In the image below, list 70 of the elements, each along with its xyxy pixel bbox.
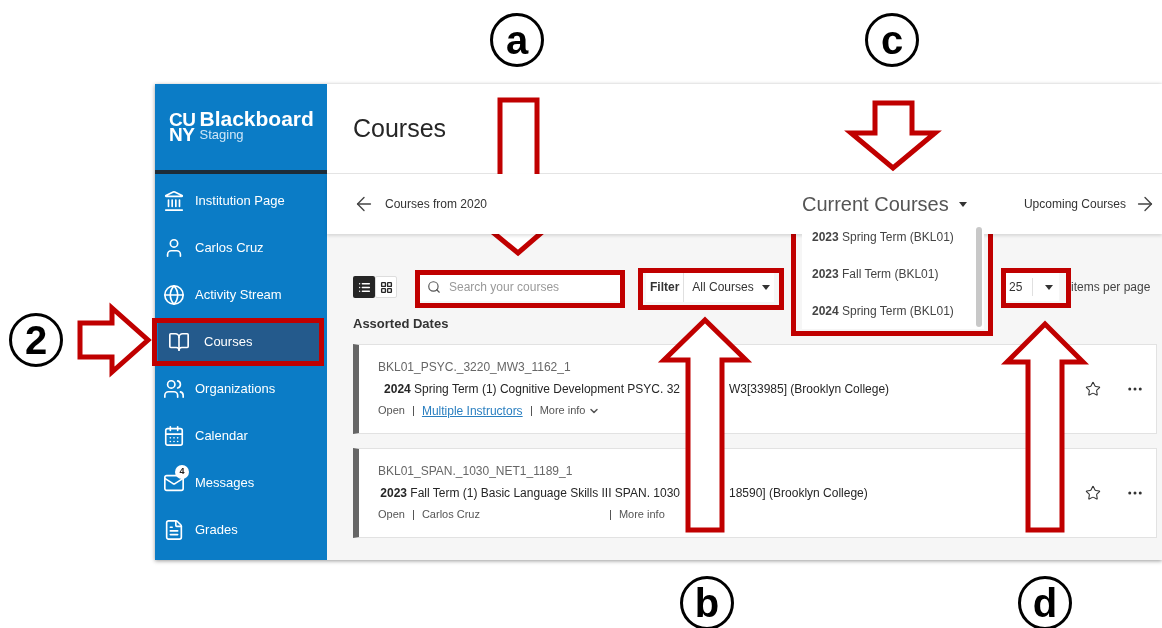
filter-dropdown[interactable]: Filter All Courses [646, 272, 774, 302]
sidebar-item[interactable]: Grades [155, 506, 327, 553]
building-icon [163, 189, 185, 212]
course-title[interactable]: 2024 Spring Term (1) Cognitive Development PSYC. 32 [384, 379, 680, 398]
sidebar-label: Courses [204, 332, 253, 351]
list-view-button[interactable] [353, 276, 375, 298]
course-card[interactable]: BKL01_SPAN._1030_NET1_1189_1 2023 Fall Term (1) Basic Language Skills III SPAN. 1030 18590] (Brooklyn College) Open Carlos Cruz More info [353, 447, 1157, 538]
course-title[interactable]: W3[33985] (Brooklyn College) [729, 379, 890, 398]
sidebar-item[interactable]: Calendar [155, 412, 327, 459]
sidebar-label: Messages [195, 473, 255, 492]
sidebar-label: Activity Stream [195, 285, 282, 304]
page-size-dropdown[interactable]: 25 [1003, 273, 1059, 301]
logo-mark: NY [169, 127, 196, 142]
course-code: BKL01_PSYC._3220_MW3_1162_1 [378, 358, 572, 376]
caret-icon [761, 284, 770, 290]
callout-label: b [680, 576, 734, 628]
sidebar-label: Carlos Cruz [195, 238, 264, 257]
count-badge: 4 [175, 464, 189, 479]
course-code: BKL01_SPAN._1030_NET1_1189_1 [378, 463, 574, 481]
grid-icon [379, 280, 393, 294]
document-icon [163, 518, 185, 541]
page-title: Courses [353, 112, 447, 144]
search-icon [427, 280, 441, 294]
logo-name: Blackboard [199, 111, 314, 127]
term-option[interactable]: 2023 Spring Term (BKL01) [811, 228, 972, 247]
star-icon[interactable] [1085, 484, 1101, 501]
more-info-link[interactable]: More info [618, 506, 665, 523]
filter-label: Filter [646, 272, 685, 302]
sidebar-label: Organizations [195, 379, 276, 398]
course-title[interactable]: 2023 Fall Term (1) Basic Language Skills III SPAN. 1030 [380, 484, 680, 503]
callout-label: 2 [9, 313, 63, 367]
course-title[interactable]: 18590] (Brooklyn College) [729, 484, 868, 503]
callout-label: c [865, 13, 919, 67]
list-icon [357, 280, 371, 294]
section-heading: Assorted Dates [353, 315, 450, 333]
search-field[interactable]: Search your courses [420, 273, 620, 301]
star-icon[interactable] [1085, 380, 1101, 397]
course-status: Open [378, 507, 405, 523]
previous-term-link[interactable]: Courses from 2020 [385, 195, 488, 213]
globe-icon [163, 283, 185, 306]
sidebar-label: Grades [195, 520, 238, 539]
next-term-link[interactable]: Upcoming Courses [1023, 195, 1126, 213]
sidebar-item[interactable]: Activity Stream [155, 271, 327, 318]
scrollbar[interactable] [975, 227, 982, 327]
page-size-value: 25 [1003, 278, 1034, 296]
course-status: Open [378, 403, 405, 419]
more-info-link[interactable]: More info [539, 402, 601, 419]
sidebar-item[interactable]: 4 Messages [155, 459, 327, 506]
logo-mark: CU [169, 112, 196, 127]
page-size-label: items per page [1071, 279, 1151, 296]
sidebar-item[interactable]: Carlos Cruz [155, 224, 327, 271]
sidebar-label: Institution Page [195, 191, 285, 210]
logo-subtitle: Staging [199, 127, 245, 143]
current-term-dropdown[interactable]: Current Courses [801, 189, 984, 219]
caret-icon [958, 201, 967, 207]
instructor-name: Carlos Cruz [421, 507, 481, 523]
caret-icon [1045, 284, 1054, 290]
callout-label: a [490, 13, 544, 67]
term-option[interactable]: 2023 Fall Term (BKL01) [811, 265, 972, 283]
callout-label: d [1018, 576, 1072, 628]
people-icon [163, 377, 185, 400]
sidebar-label: Calendar [195, 426, 248, 445]
highlight-frame [1001, 268, 1071, 308]
instructors-link[interactable]: Multiple Instructors [421, 401, 523, 420]
sidebar-item[interactable]: Institution Page [155, 177, 327, 224]
calendar-icon [163, 424, 185, 447]
sidebar-item[interactable]: Organizations [155, 365, 327, 412]
term-option[interactable]: 2024 Spring Term (BKL01) [811, 301, 972, 320]
filter-value: All Courses [692, 279, 754, 296]
grid-view-button[interactable] [375, 276, 397, 298]
